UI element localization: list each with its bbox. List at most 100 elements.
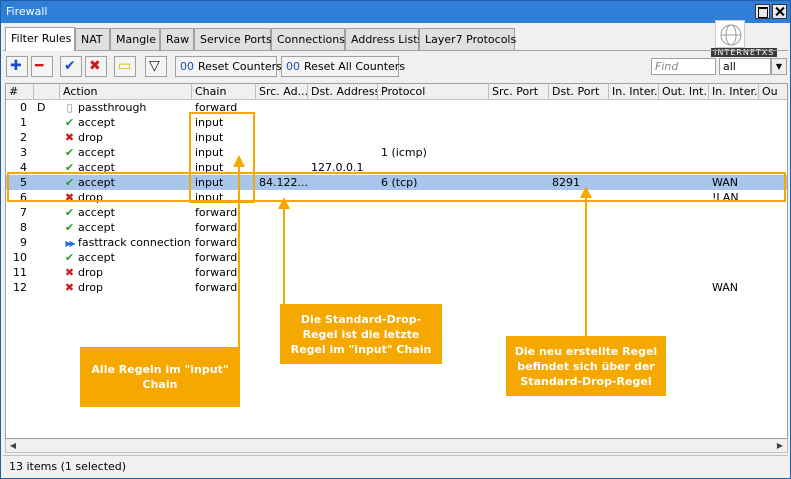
- tab-mangle[interactable]: Mangle: [110, 28, 160, 50]
- table-row[interactable]: 1 ✔ accept input: [6, 115, 787, 130]
- cell-num: 3: [20, 146, 27, 159]
- cell-proto: 1 (icmp): [381, 146, 427, 159]
- reset-counters-button[interactable]: 00 Reset Counters: [175, 56, 282, 77]
- table-row[interactable]: 7 ✔ accept forward: [6, 205, 787, 220]
- table-row[interactable]: 12 ✖ drop forward WAN: [6, 280, 787, 295]
- cell-dst: [308, 130, 378, 145]
- tab-connections[interactable]: Connections: [271, 28, 345, 50]
- cell-src: [256, 220, 308, 235]
- table-row[interactable]: 0 D ▯ passthrough forward: [6, 100, 787, 115]
- col-action[interactable]: Action: [60, 84, 192, 100]
- plus-icon: ✚: [10, 58, 22, 74]
- table-row[interactable]: 2 ✖ drop input: [6, 130, 787, 145]
- comment-button[interactable]: ▭: [114, 56, 136, 77]
- close-button[interactable]: [772, 4, 787, 19]
- filter-select-dropdown[interactable]: ▼: [771, 58, 787, 75]
- cell-in: [709, 205, 759, 220]
- cell-chain: forward: [195, 281, 238, 294]
- cell-num: 8: [20, 221, 27, 234]
- scroll-right-icon[interactable]: ▶: [774, 440, 786, 451]
- note-icon: ▭: [118, 58, 132, 74]
- window-title: Firewall: [6, 5, 48, 18]
- tab-layer7-protocols[interactable]: Layer7 Protocols: [419, 28, 516, 50]
- cell-action: ▶▶ fasttrack connection: [60, 235, 192, 250]
- col-src-address[interactable]: Src. Ad...: [256, 84, 308, 100]
- cell-in: [709, 115, 759, 130]
- check-icon: ✔: [64, 58, 76, 74]
- tab-raw[interactable]: Raw: [160, 28, 194, 50]
- cell-flag: [34, 130, 60, 145]
- col-dst-port[interactable]: Dst. Port: [549, 84, 609, 100]
- cell-src: [256, 145, 308, 160]
- cell-dport: [549, 100, 609, 115]
- cell-chain: forward: [195, 221, 238, 234]
- col-in-interface[interactable]: In. Inter...: [609, 84, 659, 100]
- scroll-left-icon[interactable]: ◀: [7, 440, 19, 451]
- cell-action: ✖ drop: [60, 265, 192, 280]
- action-label: drop: [78, 266, 103, 279]
- cell-num: 11: [13, 266, 27, 279]
- col-src-port[interactable]: Src. Port: [489, 84, 549, 100]
- table-row[interactable]: 9 ▶▶ fasttrack connection forward: [6, 235, 787, 250]
- tab-address-lists[interactable]: Address Lists: [345, 28, 423, 50]
- tab-service-ports[interactable]: Service Ports: [194, 28, 272, 50]
- filter-select[interactable]: all: [719, 58, 771, 75]
- tab-nat[interactable]: NAT: [75, 28, 110, 50]
- table-row[interactable]: 3 ✔ accept input 1 (icmp): [6, 145, 787, 160]
- remove-button[interactable]: ━: [31, 56, 53, 77]
- cell-src: [256, 235, 308, 250]
- cell-num: 7: [20, 206, 27, 219]
- cell-num: 12: [13, 281, 27, 294]
- callout-new-rule: Die neu erstellte Regel befindet sich üb…: [506, 336, 666, 396]
- cell-proto: [378, 265, 489, 280]
- cell-dport: [549, 115, 609, 130]
- cell-dport: [549, 235, 609, 250]
- cell-dport: [549, 265, 609, 280]
- cell-in: [709, 145, 759, 160]
- horizontal-scrollbar[interactable]: ◀ ▶: [5, 439, 788, 453]
- col-out-interface-list[interactable]: Ou: [759, 84, 787, 100]
- enable-button[interactable]: ✔: [60, 56, 82, 77]
- x-icon: ✖: [64, 281, 75, 294]
- find-input[interactable]: Find: [651, 58, 716, 75]
- funnel-icon: ▽: [149, 58, 160, 74]
- cell-proto: [378, 205, 489, 220]
- add-button[interactable]: ✚: [6, 56, 28, 77]
- action-label: accept: [78, 206, 115, 219]
- cell-flag: [34, 115, 60, 130]
- tab-filter-rules[interactable]: Filter Rules: [5, 27, 75, 51]
- cell-flag: [34, 250, 60, 265]
- filter-button[interactable]: ▽: [145, 56, 167, 77]
- cell-chain: forward: [195, 206, 238, 219]
- cell-action: ✔ accept: [60, 115, 192, 130]
- col-protocol[interactable]: Protocol: [378, 84, 489, 100]
- table-row[interactable]: 10 ✔ accept forward: [6, 250, 787, 265]
- reset-all-icon: 00: [286, 60, 300, 73]
- cell-action: ▯ passthrough: [60, 100, 192, 115]
- cell-action: ✔ accept: [60, 250, 192, 265]
- disable-button[interactable]: ✖: [85, 56, 107, 77]
- cell-num: 10: [13, 251, 27, 264]
- cell-proto: [378, 115, 489, 130]
- maximize-button[interactable]: [755, 4, 770, 19]
- arrow-new-rule: [580, 186, 592, 198]
- rule-highlight: [7, 172, 786, 202]
- col-in-interface-list[interactable]: In. Inter...: [709, 84, 759, 100]
- cell-proto: [378, 250, 489, 265]
- x-icon: ✖: [89, 58, 101, 74]
- col-number[interactable]: #: [6, 84, 34, 100]
- col-chain[interactable]: Chain: [192, 84, 256, 100]
- check-icon: ✔: [64, 116, 75, 129]
- col-dst-address[interactable]: Dst. Address: [308, 84, 378, 100]
- cell-dst: [308, 115, 378, 130]
- arrow-default-drop: [278, 197, 290, 209]
- cell-dport: [549, 280, 609, 295]
- cell-dst: [308, 205, 378, 220]
- reset-all-counters-button[interactable]: 00 Reset All Counters: [281, 56, 405, 77]
- col-out-interface[interactable]: Out. Int...: [659, 84, 709, 100]
- col-flags[interactable]: [34, 84, 60, 100]
- cell-dst: [308, 250, 378, 265]
- table-row[interactable]: 11 ✖ drop forward: [6, 265, 787, 280]
- table-row[interactable]: 8 ✔ accept forward: [6, 220, 787, 235]
- cell-flag: D: [37, 101, 46, 114]
